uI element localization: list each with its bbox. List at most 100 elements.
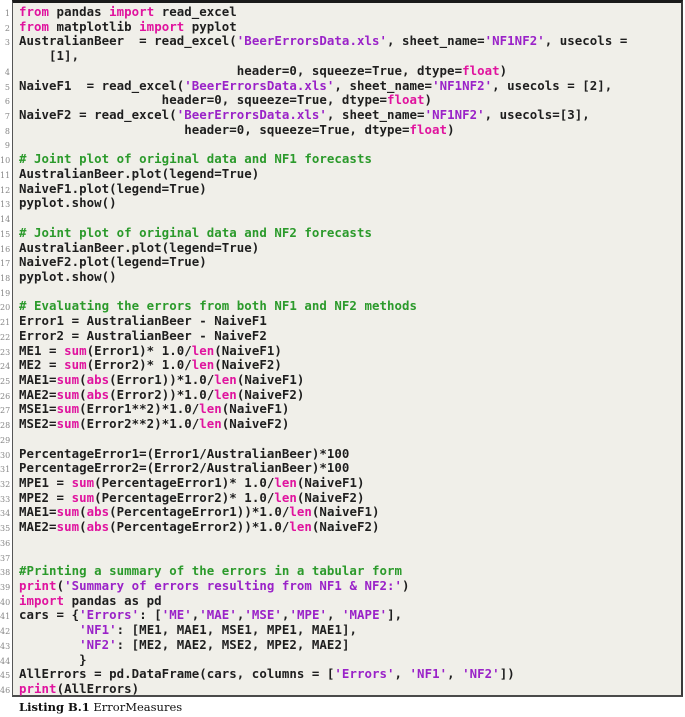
code-token: ME1 = bbox=[19, 342, 65, 358]
code-text: header=0, squeeze=True, dtype=float) bbox=[19, 121, 455, 138]
keyword-token: abs bbox=[86, 386, 110, 402]
code-token: (PercentageError1))*1.0/ bbox=[109, 504, 290, 520]
keyword-token: import bbox=[109, 4, 155, 19]
code-text: # Joint plot of original data and NF1 fo… bbox=[19, 151, 372, 167]
keyword-token: abs bbox=[86, 504, 110, 520]
code-text: 'NF2': [ME2, MAE2, MSE2, MPE2, MAE2] bbox=[19, 637, 349, 653]
code-token: ) bbox=[424, 92, 433, 108]
code-line: 18 pyplot.show() bbox=[0, 269, 685, 285]
keyword-token: sum bbox=[56, 401, 80, 417]
string-token: 'BeerErrorsData.xls' bbox=[184, 77, 335, 93]
code-token: header=0, squeeze=True, dtype= bbox=[19, 92, 387, 108]
comment-token: # Evaluating the errors from both NF1 an… bbox=[19, 298, 418, 314]
code-token: ) bbox=[447, 121, 455, 137]
code-token: , sheet_name= bbox=[387, 33, 485, 49]
code-line: 29 bbox=[0, 432, 685, 447]
code-text: #Printing a summary of the errors in a t… bbox=[19, 563, 402, 579]
code-listing: 1 from pandas import read_excel 2 from matp… bbox=[0, 4, 685, 697]
keyword-token: sum bbox=[56, 371, 80, 387]
code-line: 10 # Joint plot of original data and NF1 … bbox=[0, 151, 685, 167]
code-line: 6 header=0, squeeze=True, dtype=float) bbox=[0, 92, 685, 108]
code-token: AustralianBeer = read_excel( bbox=[19, 33, 237, 49]
code-token: header=0, squeeze=True, dtype= bbox=[19, 121, 410, 137]
keyword-token: len bbox=[274, 489, 297, 505]
code-token: (AllErrors) bbox=[56, 681, 140, 697]
keyword-token: len bbox=[199, 416, 222, 432]
code-text: pyplot.show() bbox=[19, 195, 117, 211]
code-line: [1], bbox=[0, 48, 685, 64]
code-text: PercentageError2=(Error2/AustralianBeer)… bbox=[19, 460, 349, 476]
keyword-token: print bbox=[19, 681, 57, 697]
code-text: Error2 = AustralianBeer - NaiveF2 bbox=[19, 328, 267, 344]
code-line: 14 bbox=[0, 211, 685, 226]
code-line: 38 #Printing a summary of the errors in a… bbox=[0, 563, 685, 579]
code-text: print('Summary of errors resulting from … bbox=[19, 578, 410, 594]
code-text: AustralianBeer.plot(legend=True) bbox=[19, 239, 260, 256]
code-token: Error1 = AustralianBeer - NaiveF1 bbox=[19, 313, 267, 329]
code-token: header=0, squeeze=True, dtype= bbox=[19, 62, 463, 78]
keyword-token: float bbox=[409, 121, 448, 137]
code-text: NaiveF1.plot(legend=True) bbox=[19, 181, 207, 197]
string-token: 'NF2' bbox=[462, 666, 500, 682]
code-token: , bbox=[327, 607, 343, 623]
code-text: NaiveF1 = read_excel('BeerErrorsData.xls… bbox=[19, 77, 612, 94]
string-token: 'NF1' bbox=[409, 666, 448, 682]
code-text: NaiveF2.plot(legend=True) bbox=[19, 254, 207, 270]
code-text: ME1 = sum(Error1)* 1.0/len(NaiveF1) bbox=[19, 342, 282, 359]
keyword-token: sum bbox=[64, 357, 87, 373]
keyword-token: float bbox=[462, 62, 500, 78]
string-token: 'BeerErrorsData.xls' bbox=[176, 107, 327, 123]
string-token: 'Errors' bbox=[334, 666, 395, 682]
keyword-token: import bbox=[19, 592, 65, 608]
keyword-token: len bbox=[191, 357, 215, 373]
code-line: 28 MSE2=sum(Error2**2)*1.0/len(NaiveF2) bbox=[0, 416, 685, 432]
code-line: 37 bbox=[0, 550, 685, 565]
code-token: (Error2)* 1.0/ bbox=[86, 357, 192, 373]
string-token: 'Summary of errors resulting from NF1 & … bbox=[64, 578, 403, 594]
code-line: 34 MAE1=sum(abs(PercentageError1))*1.0/le… bbox=[0, 505, 685, 520]
code-token: AustralianBeer.plot(legend=True) bbox=[19, 165, 260, 181]
code-token: (NaiveF1) bbox=[214, 342, 282, 358]
code-token: AllErrors = pd.DataFrame(cars, columns =… bbox=[19, 666, 335, 682]
code-token: MAE2= bbox=[19, 386, 57, 402]
code-line: 44 } bbox=[0, 652, 685, 668]
keyword-token: len bbox=[214, 371, 237, 387]
string-token: 'Errors' bbox=[79, 607, 140, 623]
code-line: 3 AustralianBeer = read_excel('BeerErrors… bbox=[0, 34, 685, 49]
code-token: : [ bbox=[139, 607, 162, 623]
code-line: 9 bbox=[0, 137, 685, 152]
code-token: AustralianBeer.plot(legend=True) bbox=[19, 239, 260, 255]
code-token: (NaiveF2) bbox=[236, 386, 305, 402]
code-token: , bbox=[394, 666, 410, 682]
keyword-token: print bbox=[19, 578, 57, 594]
code-text: MSE1=sum(Error1**2)*1.0/len(NaiveF1) bbox=[19, 402, 289, 417]
code-text: AustralianBeer.plot(legend=True) bbox=[19, 165, 260, 182]
code-text: from matplotlib import pyplot bbox=[19, 19, 237, 35]
code-token: (NaiveF2) bbox=[296, 489, 365, 505]
code-token: , sheet_name= bbox=[326, 107, 425, 123]
code-text: # Joint plot of original data and NF2 fo… bbox=[19, 224, 372, 241]
code-line: 31 PercentageError2=(Error2/AustralianBee… bbox=[0, 460, 685, 476]
code-line: 2 from matplotlib import pyplot bbox=[0, 19, 685, 35]
code-token: MAE1= bbox=[19, 371, 57, 387]
code-token: ME2 = bbox=[19, 357, 65, 373]
code-text: [1], bbox=[19, 48, 79, 64]
code-token: , sheet_name= bbox=[334, 77, 433, 93]
keyword-token: sum bbox=[56, 416, 80, 432]
code-text: MPE1 = sum(PercentageError1)* 1.0/len(Na… bbox=[19, 475, 365, 491]
code-line: 16 AustralianBeer.plot(legend=True) bbox=[0, 239, 685, 256]
code-text: PercentageError1=(Error1/AustralianBeer)… bbox=[19, 446, 349, 462]
code-line: 42 'NF1': [ME1, MAE1, MSE1, MPE1, MAE1], bbox=[0, 622, 685, 638]
code-token: MAE1= bbox=[19, 504, 57, 520]
code-token: MSE2= bbox=[19, 416, 57, 432]
code-line: 17 NaiveF2.plot(legend=True) bbox=[0, 254, 685, 270]
code-text: } bbox=[19, 652, 87, 668]
code-text: MAE2=sum(abs(Error2))*1.0/len(NaiveF2) bbox=[19, 386, 305, 403]
code-token: ( bbox=[79, 504, 87, 520]
code-line: 11 AustralianBeer.plot(legend=True) bbox=[0, 165, 685, 182]
string-token: 'MAPE' bbox=[342, 607, 388, 623]
comment-token: # Joint plot of original data and NF2 fo… bbox=[19, 224, 372, 240]
code-token: (NaiveF1) bbox=[296, 475, 365, 490]
